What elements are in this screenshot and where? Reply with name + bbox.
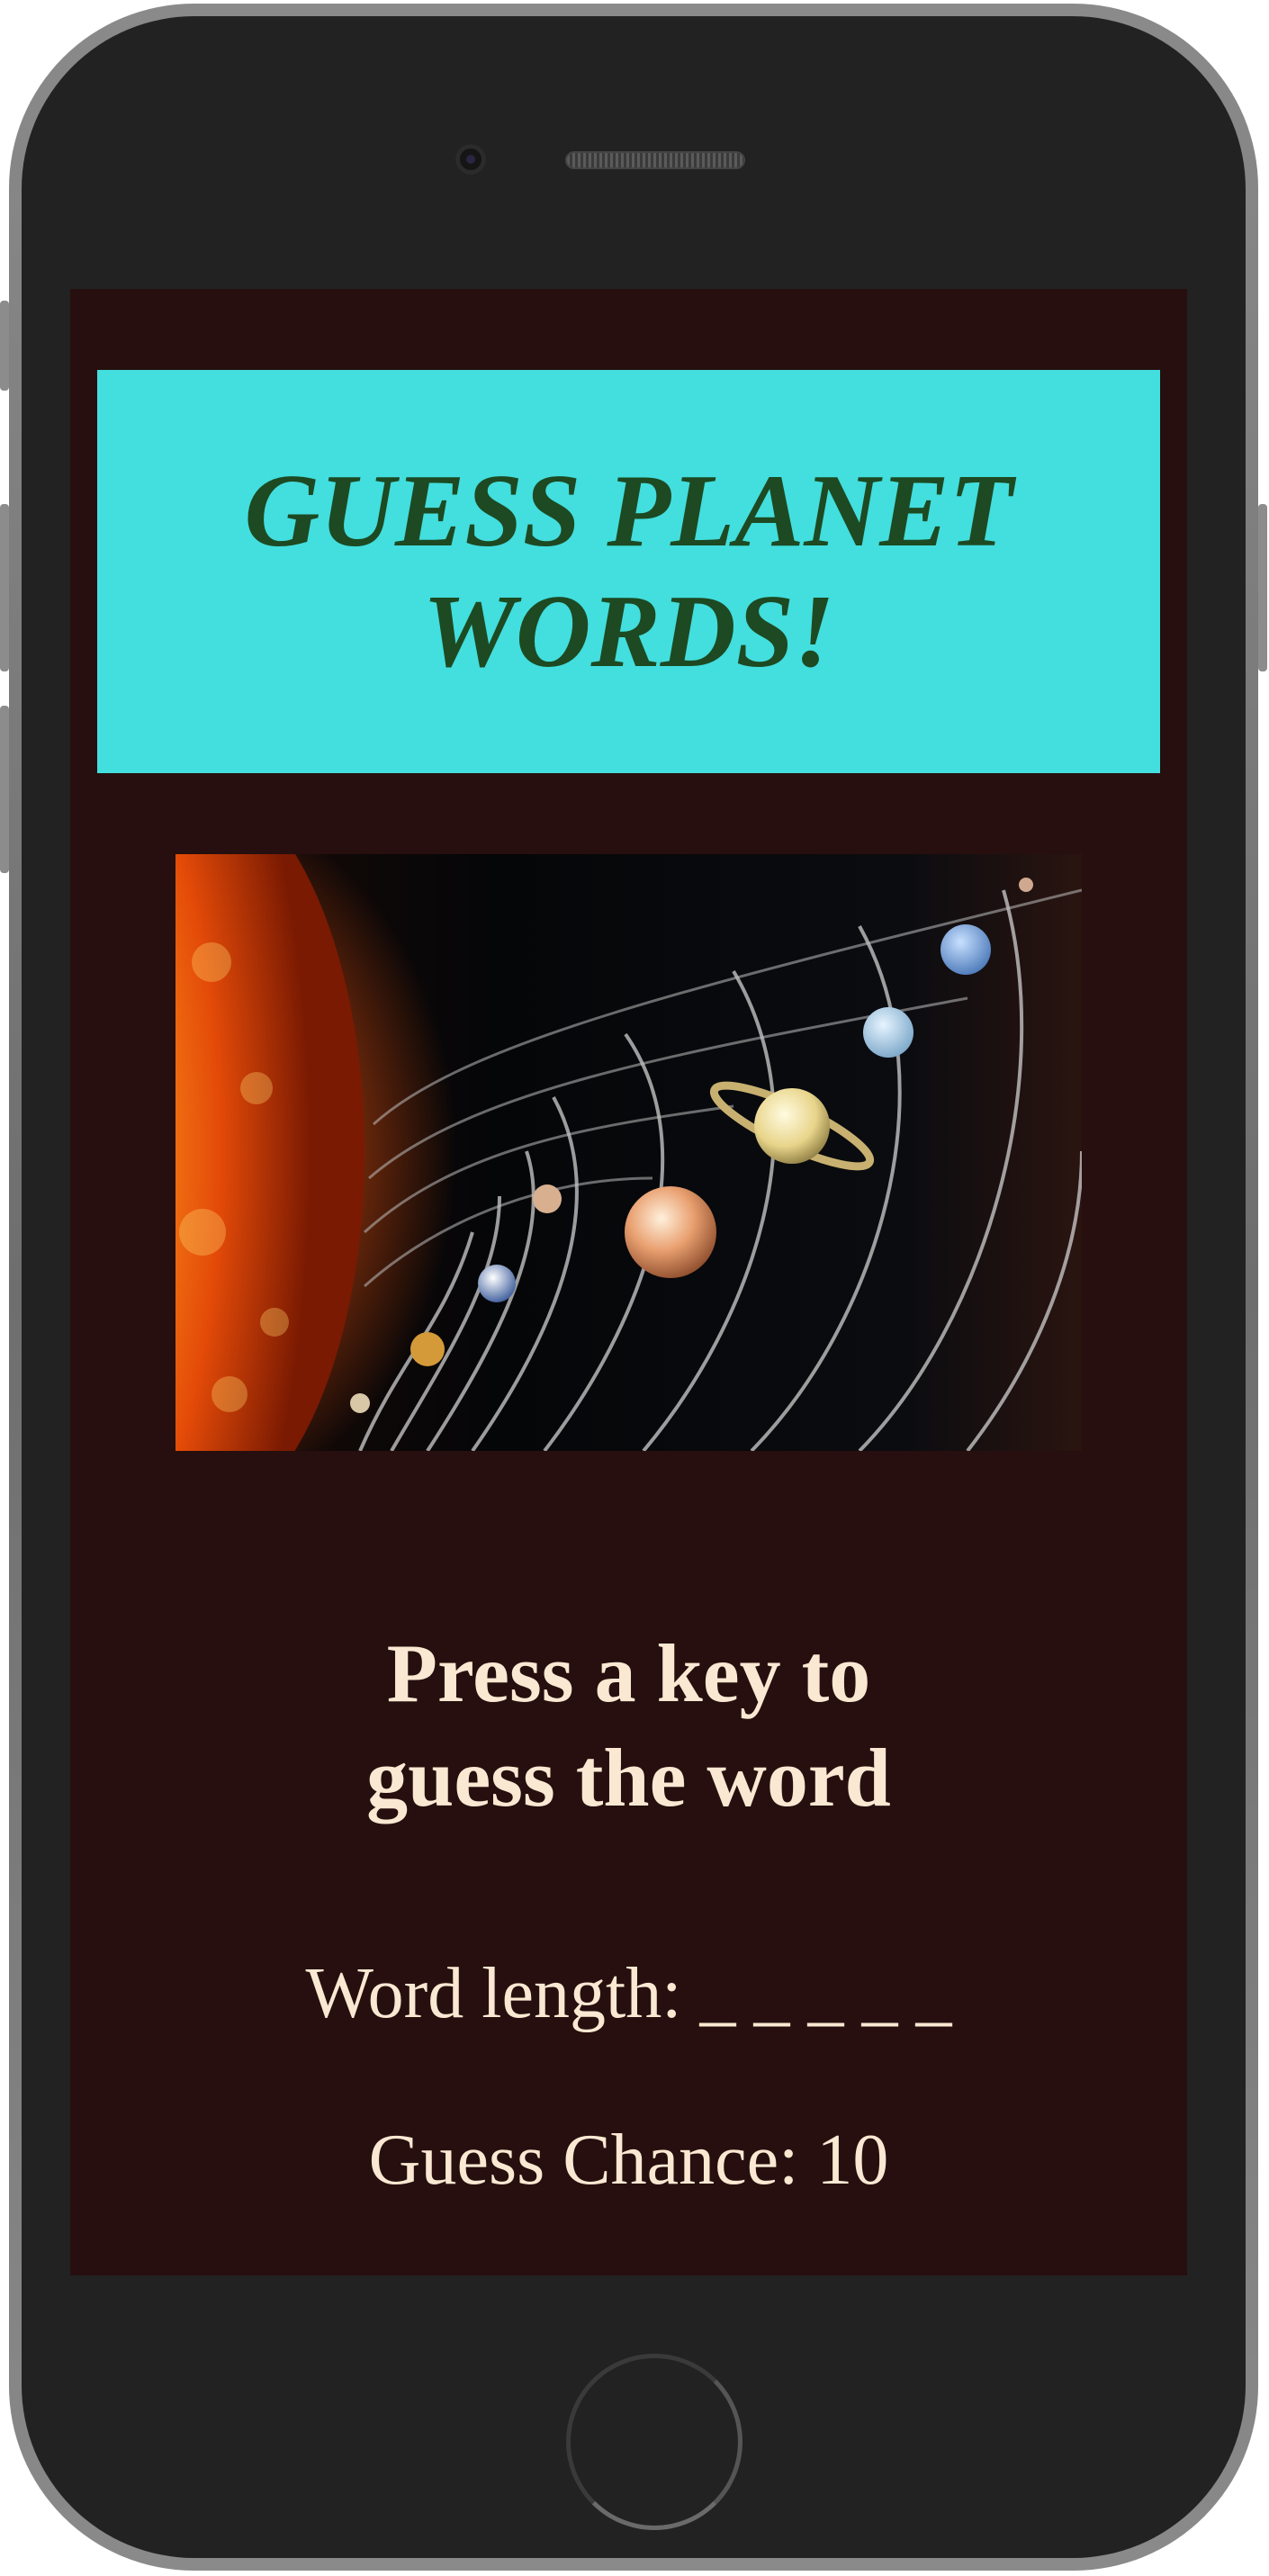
title-banner: GUESS PLANET WORDS!	[97, 370, 1160, 773]
instruction-line-2: guess the word	[366, 1732, 891, 1824]
word-length-row: Word length: _ _ _ _ _	[70, 1950, 1187, 2037]
earpiece-speaker	[565, 151, 745, 169]
game-screen[interactable]: GUESS PLANET WORDS! Press a key to guess…	[70, 289, 1187, 2275]
instruction-text: Press a key to guess the word	[70, 1621, 1187, 1830]
page-title: GUESS PLANET WORDS!	[244, 454, 1013, 689]
guess-chance-value: 10	[816, 2121, 889, 2200]
mute-switch	[0, 301, 9, 391]
word-length-value: _ _ _ _ _	[699, 1954, 952, 2033]
front-camera-icon	[455, 144, 486, 175]
guess-chance-label: Guess Chance:	[368, 2121, 799, 2200]
solar-system-image	[176, 854, 1082, 1451]
volume-up-button	[0, 504, 9, 671]
instruction-line-1: Press a key to	[386, 1627, 871, 1719]
guess-chance-row: Guess Chance: 10	[70, 2117, 1187, 2203]
word-length-label: Word length:	[305, 1954, 682, 2033]
home-button[interactable]	[566, 2354, 742, 2530]
power-button	[1258, 504, 1267, 671]
volume-down-button	[0, 706, 9, 873]
